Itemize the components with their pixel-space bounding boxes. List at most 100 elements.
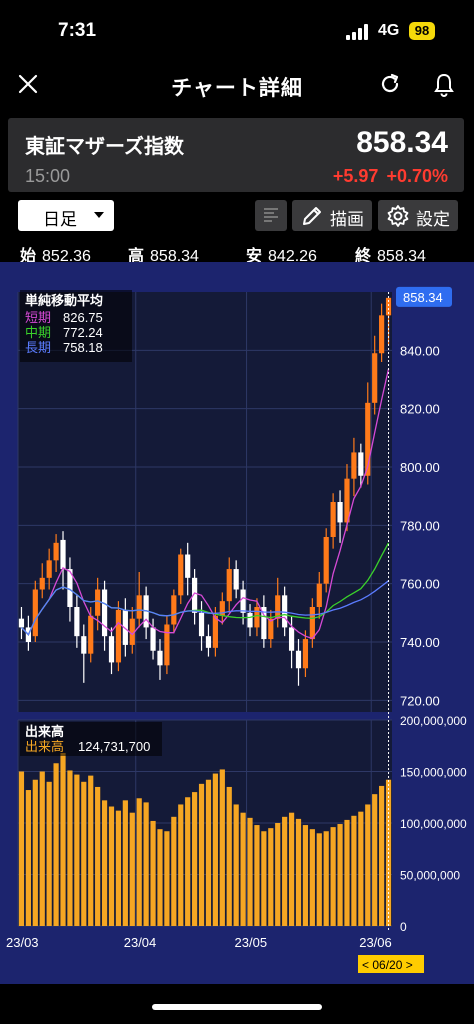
candle-body [108, 636, 115, 663]
candle-body [150, 627, 156, 651]
candle-body [205, 636, 212, 648]
ma-long-value: 758.18 [63, 340, 103, 355]
volume-bar [53, 763, 59, 926]
volume-bar [261, 831, 267, 926]
volume-bar [288, 812, 295, 926]
volume-bar [32, 779, 38, 926]
candle-body [358, 452, 364, 476]
bell-icon[interactable] [432, 72, 456, 98]
date-tick-label: 23/06 [359, 935, 392, 950]
current-price: 858.34 [356, 126, 448, 159]
change-value: +5.97 [332, 166, 379, 186]
volume-bar [150, 820, 156, 926]
candle-body [282, 595, 288, 628]
volume-bar [337, 824, 343, 926]
nav-bar: チャート詳細 [0, 60, 474, 110]
caret-down-icon [94, 212, 104, 218]
ma-short-value: 826.75 [63, 310, 103, 325]
volume-bar [115, 810, 122, 926]
volume-bar [192, 792, 198, 926]
change-percent: +0.70% [386, 166, 448, 186]
volume-legend-value: 124,731,700 [78, 739, 150, 754]
volume-bar [309, 829, 315, 926]
candle-body [302, 639, 309, 669]
candle-body [295, 650, 302, 669]
last-price-label: 858.34 [403, 290, 443, 305]
candle-body [337, 502, 343, 523]
volume-bar [198, 783, 205, 926]
cursor-date-label: < 06/20 > [362, 958, 413, 972]
reload-icon[interactable] [378, 72, 402, 96]
list-view-button[interactable] [255, 200, 287, 231]
candle-body [39, 577, 45, 590]
volume-bar [122, 800, 128, 926]
candle-body [185, 554, 191, 578]
volume-legend-title: 出来高 [25, 724, 64, 739]
candle-body [136, 595, 142, 619]
candle-body [46, 560, 52, 578]
volume-bar [219, 769, 225, 926]
candle-body [32, 589, 38, 637]
candle-body [178, 554, 184, 596]
quote-time: 15:00 [25, 166, 71, 186]
battery-indicator: 98 [409, 22, 435, 40]
volume-bar [268, 828, 274, 926]
volume-bar [95, 786, 101, 926]
draw-label: 描画 [330, 210, 364, 229]
candle-body [330, 502, 336, 537]
quote-panel: 東証マザーズ指数 858.34 15:00 +5.97 +0.70% [8, 118, 464, 192]
status-bar: 7:31 4G 98 [0, 0, 474, 60]
volume-bar [25, 790, 31, 926]
page-title: チャート詳細 [171, 77, 303, 100]
ma-long-label: 長期 [25, 340, 51, 355]
candle-body [316, 583, 322, 607]
period-select[interactable]: 日足 [18, 200, 114, 231]
volume-bar [178, 804, 184, 926]
draw-button[interactable]: 描画 [292, 200, 372, 231]
volume-tick-label: 0 [400, 920, 407, 934]
volume-bar [351, 815, 357, 926]
ma-short-label: 短期 [25, 310, 51, 325]
volume-tick-label: 50,000,000 [400, 869, 460, 883]
price-tick-label: 720.00 [400, 693, 440, 708]
date-tick-label: 23/04 [124, 935, 157, 950]
volume-bar [205, 779, 212, 926]
candle-body [157, 650, 163, 666]
volume-tick-label: 150,000,000 [400, 766, 467, 780]
volume-bar [46, 781, 52, 926]
volume-bar [164, 831, 170, 926]
candle-body [171, 595, 177, 625]
candle-body [226, 569, 232, 602]
volume-bar [379, 785, 385, 926]
volume-bar [171, 816, 177, 926]
candle-body [74, 607, 80, 637]
network-type: 4G [378, 22, 400, 39]
volume-bar [67, 770, 73, 926]
pencil-icon [303, 207, 321, 225]
list-icon [264, 208, 278, 222]
volume-bar [101, 800, 108, 926]
volume-bar [233, 804, 239, 926]
settings-button[interactable]: 設定 [378, 200, 458, 231]
settings-label: 設定 [416, 210, 450, 229]
volume-bar [39, 771, 45, 926]
price-chart-svg[interactable]: 840.00 820.00 800.00 780.00 760.00 740.00 720.… [0, 262, 474, 984]
volume-bar [74, 774, 80, 926]
candle-body [254, 607, 260, 628]
volume-bar [240, 812, 246, 926]
volume-bar [157, 829, 163, 926]
price-change: +5.97 +0.70% [325, 166, 448, 187]
candle-body [164, 624, 170, 666]
candle-body [379, 315, 385, 354]
chart-area[interactable]: 840.00 820.00 800.00 780.00 760.00 740.00 720.… [0, 262, 474, 984]
volume-bar [129, 812, 135, 926]
volume-bar [302, 825, 309, 926]
candle-body [18, 618, 25, 628]
period-label: 日足 [43, 210, 77, 229]
candle-body [233, 569, 239, 590]
price-tick-label: 760.00 [400, 577, 440, 592]
volume-bar [81, 781, 87, 926]
candle-body [247, 612, 253, 628]
candle-body [81, 636, 87, 654]
candle-body [53, 542, 59, 561]
